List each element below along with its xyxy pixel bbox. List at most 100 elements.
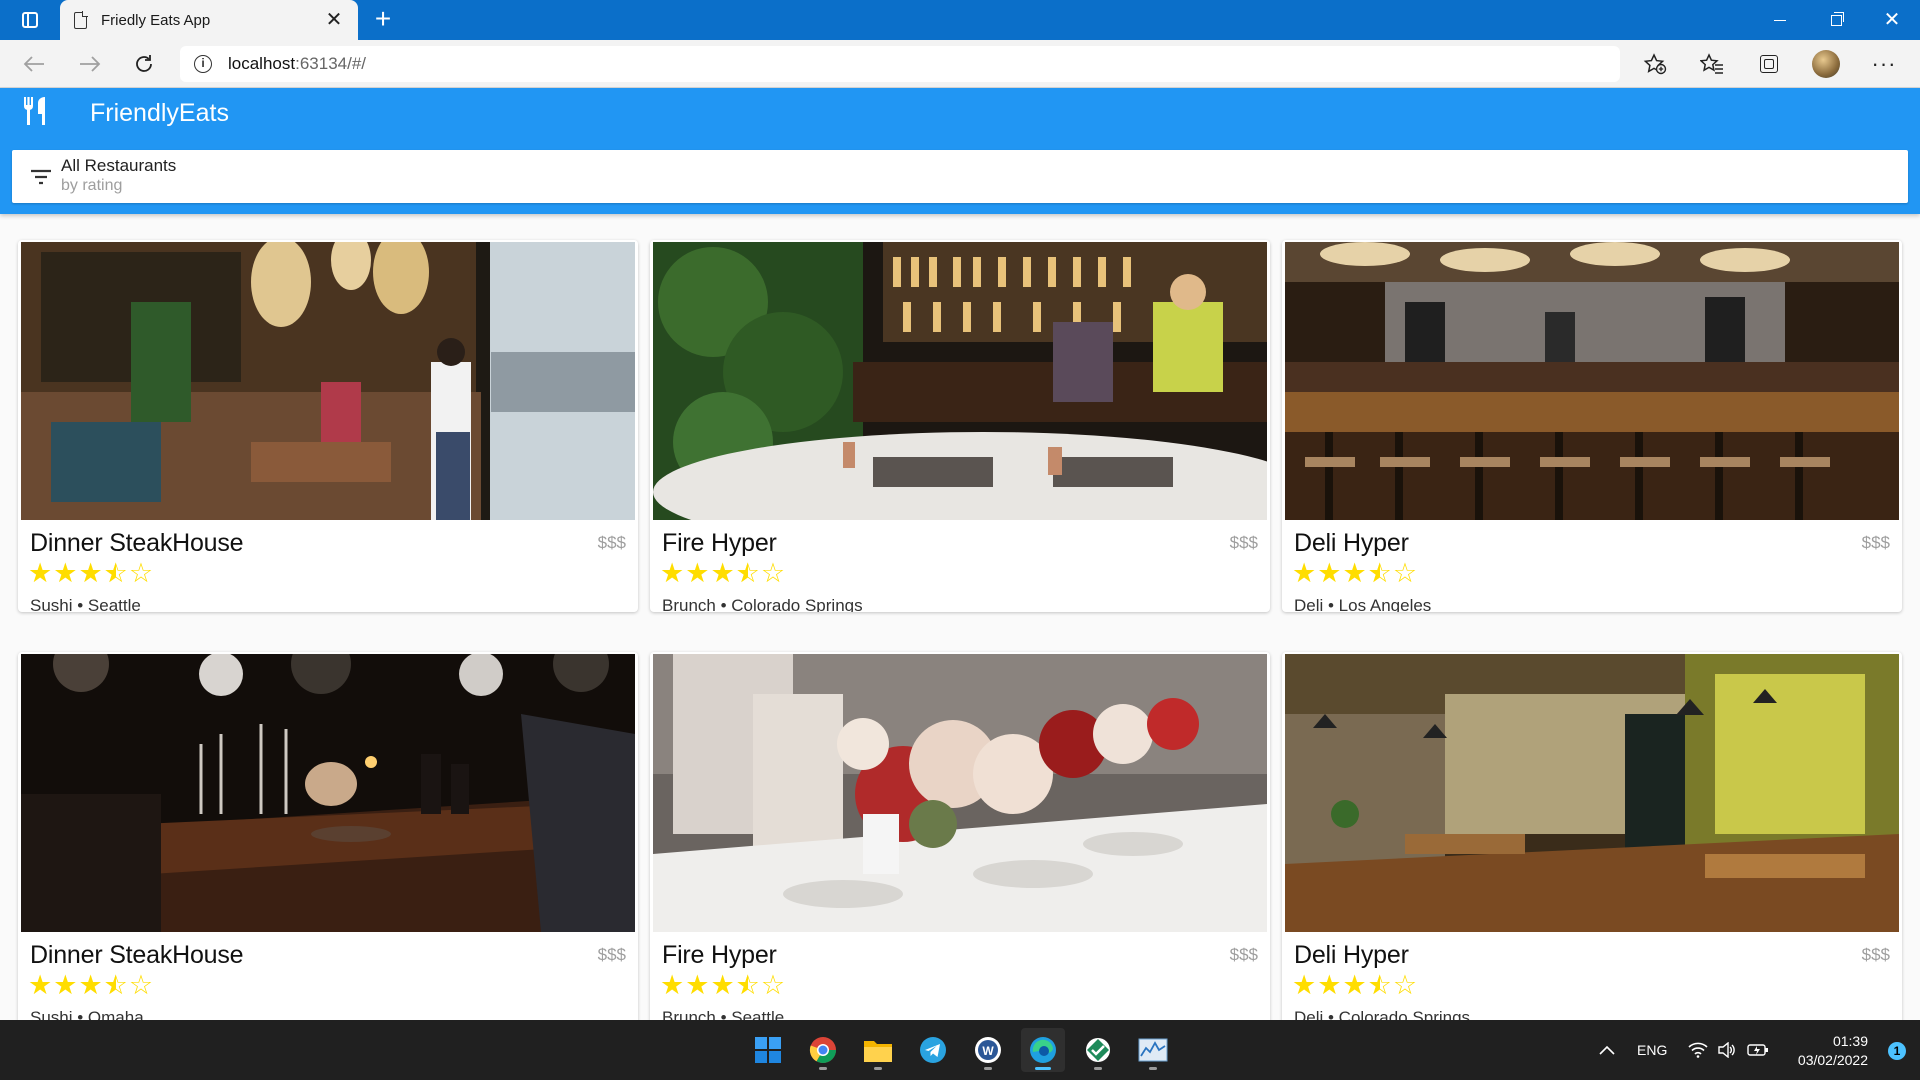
address-bar[interactable]: i localhost:63134/#/ [180, 46, 1620, 82]
filter-title: All Restaurants [61, 156, 177, 175]
telegram-icon [920, 1037, 946, 1063]
add-favorite-button[interactable] [1637, 48, 1673, 80]
clock[interactable]: 01:39 03/02/2022 [1798, 1032, 1868, 1070]
browser-toolbar: i localhost:63134/#/ ··· [0, 40, 1920, 88]
restaurant-photo [21, 654, 635, 932]
speaker-icon [1718, 1042, 1735, 1058]
star-half-icon: ★ [1368, 558, 1392, 588]
show-hidden-icons-button[interactable] [1598, 1020, 1616, 1080]
notification-badge[interactable]: 1 [1888, 1042, 1906, 1060]
restaurant-photo [653, 654, 1267, 932]
restaurant-meta: Deli • Colorado Springs [1294, 1008, 1471, 1020]
star-half-icon: ★ [104, 970, 128, 1000]
star-half-icon: ★ [736, 970, 760, 1000]
star-full-icon: ★ [1317, 558, 1342, 588]
close-window-button[interactable]: ✕ [1864, 0, 1920, 40]
price-level: $$$ [1861, 533, 1890, 552]
site-info-icon[interactable]: i [194, 55, 212, 73]
restaurant-meta: Sushi • Seattle [30, 596, 141, 612]
filter-bar[interactable]: All Restaurants by rating [12, 150, 1908, 203]
restaurant-card[interactable]: Dinner SteakHouse $$$ ★★★★☆ Sushi • Omah… [18, 652, 638, 1020]
restaurant-card[interactable]: Fire Hyper $$$ ★★★★☆ Brunch • Colorado S… [650, 240, 1270, 612]
rating-stars: ★ ★ ★ ★ ☆ [28, 970, 154, 1000]
star-full-icon: ★ [28, 970, 53, 1000]
page-icon [74, 11, 88, 29]
minimize-button[interactable] [1752, 0, 1808, 40]
running-indicator [819, 1067, 827, 1070]
url-host: localhost [228, 54, 296, 73]
restaurant-photo [1285, 242, 1899, 520]
battery-button[interactable] [1747, 1020, 1769, 1080]
vpn-taskbar-button[interactable] [1076, 1028, 1120, 1072]
running-indicator [1035, 1067, 1051, 1070]
task-manager-icon [1138, 1038, 1168, 1062]
settings-more-button[interactable]: ··· [1866, 48, 1902, 80]
new-tab-button[interactable]: + [368, 5, 398, 35]
reload-icon [136, 55, 152, 72]
collections-icon [1760, 55, 1778, 73]
close-tab-icon[interactable]: ✕ [324, 10, 344, 30]
running-indicator [984, 1067, 992, 1070]
restaurant-card[interactable]: Fire Hyper $$$ ★★★★☆ Brunch • Seattle [650, 652, 1270, 1020]
star-full-icon: ★ [660, 970, 685, 1000]
star-full-icon: ★ [1317, 970, 1342, 1000]
tab-actions-button[interactable] [12, 6, 48, 34]
running-indicator [1149, 1067, 1157, 1070]
star-full-icon: ★ [685, 970, 710, 1000]
star-full-icon: ★ [28, 558, 53, 588]
maximize-button[interactable] [1808, 0, 1864, 40]
rating-stars: ★ ★ ★ ★ ☆ [660, 970, 786, 1000]
tab-title: Friedly Eats App [101, 11, 211, 29]
browser-tab[interactable]: Friedly Eats App ✕ [60, 0, 358, 40]
rating-stars: ★ ★ ★ ★ ☆ [660, 558, 786, 588]
profile-button[interactable] [1808, 48, 1844, 80]
network-button[interactable] [1688, 1020, 1708, 1080]
star-empty-icon: ☆ [1392, 558, 1418, 588]
rating-stars: ★ ★ ★ ★ ☆ [28, 558, 154, 588]
star-full-icon: ★ [78, 970, 103, 1000]
back-button[interactable] [16, 48, 52, 80]
price-level: $$$ [1229, 945, 1258, 964]
restaurant-meta: Brunch • Seattle [662, 1008, 785, 1020]
filter-subtitle: by rating [61, 177, 123, 194]
chrome-icon [809, 1037, 837, 1064]
collections-button[interactable] [1751, 48, 1787, 80]
restaurant-card[interactable]: Dinner SteakHouse $$$ ★★★★☆ Sushi • Seat… [18, 240, 638, 612]
star-empty-icon: ☆ [760, 558, 786, 588]
star-half-icon: ★ [736, 558, 760, 588]
star-plus-icon [1643, 53, 1667, 75]
restore-icon [1830, 11, 1844, 26]
restaurant-card[interactable]: Deli Hyper $$$ ★★★★☆ Deli • Colorado Spr… [1282, 652, 1902, 1020]
task-manager-taskbar-button[interactable] [1131, 1028, 1175, 1072]
star-full-icon: ★ [1292, 558, 1317, 588]
forward-button[interactable] [72, 48, 108, 80]
favorites-icon [1700, 53, 1723, 74]
price-level: $$$ [1229, 533, 1258, 552]
star-empty-icon: ☆ [1392, 970, 1418, 1000]
svg-text:W: W [982, 1044, 994, 1058]
start-button[interactable] [746, 1028, 790, 1072]
chrome-taskbar-button[interactable] [801, 1028, 845, 1072]
star-full-icon: ★ [685, 558, 710, 588]
star-full-icon: ★ [53, 970, 78, 1000]
file-explorer-taskbar-button[interactable] [856, 1028, 900, 1072]
reload-button[interactable] [126, 48, 162, 80]
restaurant-card[interactable]: Deli Hyper $$$ ★★★★☆ Deli • Los Angeles [1282, 240, 1902, 612]
restaurant-name: Dinner SteakHouse [30, 529, 244, 557]
edge-taskbar-button[interactable] [1021, 1028, 1065, 1072]
favorites-button[interactable] [1694, 48, 1730, 80]
telegram-taskbar-button[interactable] [911, 1028, 955, 1072]
chevron-up-icon [1599, 1045, 1615, 1055]
date: 03/02/2022 [1797, 1052, 1868, 1068]
wifi-icon [1688, 1042, 1708, 1058]
vpn-icon [1086, 1038, 1110, 1062]
language-indicator[interactable]: ENG [1637, 1020, 1667, 1080]
star-full-icon: ★ [710, 558, 735, 588]
star-empty-icon: ☆ [128, 970, 154, 1000]
word-taskbar-button[interactable]: W [966, 1028, 1010, 1072]
url-path: :63134/#/ [295, 54, 367, 73]
file-explorer-icon [864, 1041, 892, 1062]
star-full-icon: ★ [1342, 558, 1367, 588]
more-dots-icon: ··· [1871, 51, 1897, 76]
volume-button[interactable] [1718, 1020, 1736, 1080]
